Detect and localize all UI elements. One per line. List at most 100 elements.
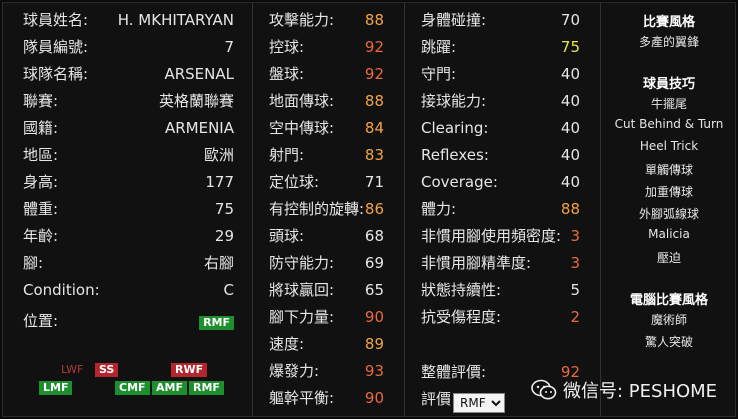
skill-item: 牛擺尾: [650, 97, 687, 111]
stat-row: 有控制的旋轉: 86: [253, 196, 404, 223]
stat-row: 速度: 89: [253, 331, 404, 358]
stat-label: Clearing:: [421, 119, 489, 137]
stat-label: 有控制的旋轉:: [269, 200, 365, 218]
stat-value: 65: [364, 281, 384, 299]
stats-column-2: 身體碰撞: 70 跳躍: 75 守門: 40 接球能力: 40 Clearing: 40 Refle…: [405, 3, 601, 416]
player-info-value: ARMENIA: [164, 119, 234, 137]
stat-row: 攻擊能力: 88: [253, 7, 404, 34]
player-info-label: 國籍:: [23, 119, 59, 137]
player-info-label: 身高:: [23, 173, 59, 191]
styles-column: 比賽風格 多產的翼鋒 球員技巧 牛擺尾 Cut Behind & Turn Heel…: [601, 3, 737, 416]
stat-value: 84: [364, 119, 384, 137]
stats-column-1: 攻擊能力: 88 控球: 92 盤球: 92 地面傳球: 88 空中傳球: 84 射門: 83 定位球:…: [253, 3, 405, 416]
stat-value: 92: [364, 38, 384, 56]
skill-item: 外腳弧線球: [638, 207, 699, 221]
stat-label: 空中傳球:: [269, 119, 335, 137]
pos-rwf: RWF: [171, 363, 208, 377]
player-info-label: 體重:: [23, 200, 59, 218]
pos-lwf: LWF: [61, 363, 84, 376]
player-info-label: 隊員編號:: [23, 38, 89, 56]
com-styles-title: 電腦比賽風格: [629, 293, 708, 308]
player-info-value: 7: [224, 38, 234, 56]
player-info-row: 地區: 歐洲: [3, 142, 252, 169]
skills-title: 球員技巧: [642, 77, 695, 92]
stat-row: 非慣用腳精準度: 3: [405, 250, 600, 277]
stat-label: 將球贏回:: [269, 281, 335, 299]
stat-row: 空中傳球: 84: [253, 115, 404, 142]
player-info-row: Condition: C: [3, 277, 252, 304]
stat-row: 跳躍: 75: [405, 34, 600, 61]
stat-row: 體力: 88: [405, 196, 600, 223]
player-info-value: 英格蘭聯賽: [158, 92, 234, 110]
stat-row: Reflexes: 40: [405, 142, 600, 169]
player-info-row: 體重: 75: [3, 196, 252, 223]
stat-value: 40: [560, 146, 580, 164]
player-info-value: 177: [205, 173, 234, 191]
stat-value: 69: [364, 254, 384, 272]
stat-label: 非慣用腳精準度:: [421, 254, 532, 272]
stat-value: 3: [570, 254, 580, 272]
wechat-icon: [531, 379, 557, 400]
play-style-title: 比賽風格: [642, 15, 695, 30]
stat-value: 83: [364, 146, 384, 164]
stat-value: 93: [364, 362, 384, 380]
stat-row: 防守能力: 69: [253, 250, 404, 277]
eval-label: 評價: [421, 390, 452, 408]
stat-row: 地面傳球: 88: [253, 88, 404, 115]
player-info-label: 球員姓名:: [23, 11, 89, 29]
player-info-row: 身高: 177: [3, 169, 252, 196]
stat-row: 狀態持續性: 5: [405, 277, 600, 304]
stat-label: 抗受傷程度:: [421, 308, 502, 326]
player-info-value: 歐洲: [203, 146, 234, 164]
stat-label: 接球能力:: [421, 92, 487, 110]
stat-label: 狀態持續性:: [421, 281, 502, 299]
stat-value: 75: [560, 38, 580, 56]
pos-cmf: CMF: [115, 381, 150, 395]
stat-label: 定位球:: [269, 173, 320, 191]
stat-row: 定位球: 71: [253, 169, 404, 196]
stat-row: 身體碰撞: 70: [405, 7, 600, 34]
overall-rating-label: 整體評價:: [421, 363, 487, 381]
eval-position-select[interactable]: RMF: [453, 393, 505, 413]
pos-rmf: RMF: [189, 381, 224, 395]
player-info-row: 球隊名稱: ARSENAL: [3, 61, 252, 88]
pos-lmf: LMF: [39, 381, 73, 395]
player-info-value: ARSENAL: [164, 65, 234, 83]
stat-label: 盤球:: [269, 65, 305, 83]
player-info-value: 29: [214, 227, 234, 245]
stat-row: 抗受傷程度: 2: [405, 304, 600, 331]
stat-value: 90: [364, 389, 384, 407]
stat-row: 腳下力量: 90: [253, 304, 404, 331]
stat-label: 爆發力:: [269, 362, 320, 380]
stat-label: 非慣用腳使用頻密度:: [421, 227, 562, 245]
stat-value: 90: [364, 308, 384, 326]
stat-value: 88: [364, 92, 384, 110]
player-info-value: H. MKHITARYAN: [117, 11, 234, 29]
skill-item: Heel Trick: [639, 139, 699, 153]
stat-row: 爆發力: 93: [253, 358, 404, 385]
skill-item: 壓迫: [656, 251, 681, 265]
player-info-row: 國籍: ARMENIA: [3, 115, 252, 142]
stat-value: 89: [364, 335, 384, 353]
stat-value: 86: [364, 200, 384, 218]
stat-value: 3: [570, 227, 580, 245]
position-label: 位置:: [23, 312, 59, 330]
stat-label: Reflexes:: [421, 146, 489, 164]
stat-row: 控球: 92: [253, 34, 404, 61]
player-info-label: 腳:: [23, 254, 44, 272]
stat-row: 軀幹平衡: 90: [253, 385, 404, 412]
position-map: LWF SS RWF LMF CMF AMF RMF: [3, 353, 253, 413]
pos-ss: SS: [95, 363, 119, 377]
com-style-item: 驚人突破: [644, 335, 693, 349]
stat-label: 防守能力:: [269, 254, 335, 272]
player-info-row: 腳: 右腳: [3, 250, 252, 277]
stat-value: 40: [560, 173, 580, 191]
skill-item: Malicia: [648, 227, 690, 241]
stat-label: 跳躍:: [421, 38, 457, 56]
stat-label: 攻擊能力:: [269, 11, 335, 29]
stat-label: 速度:: [269, 335, 305, 353]
stat-value: 40: [560, 65, 580, 83]
player-info-value: 75: [214, 200, 234, 218]
player-info-value: C: [223, 281, 234, 299]
stat-label: 地面傳球:: [269, 92, 335, 110]
